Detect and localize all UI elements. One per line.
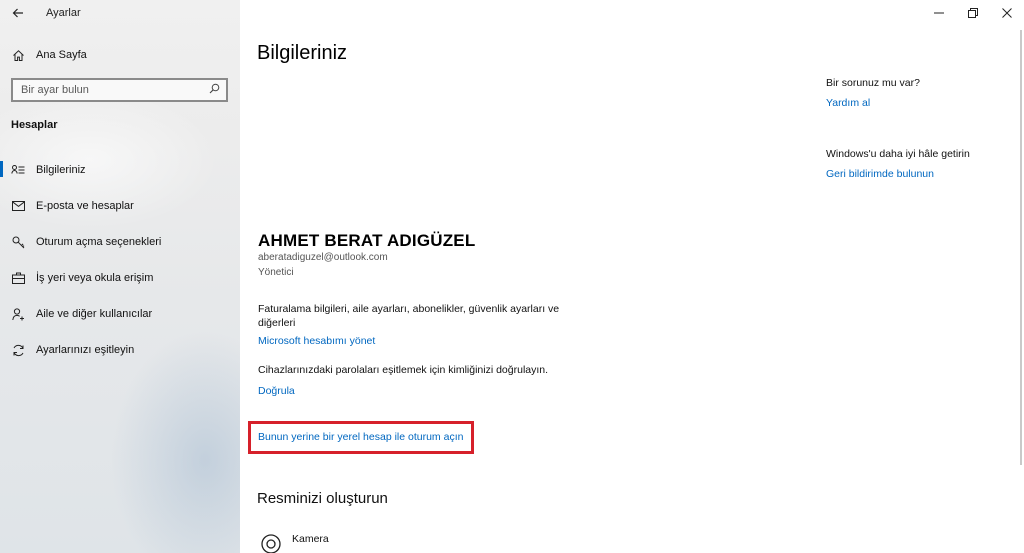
local-account-link[interactable]: Bunun yerine bir yerel hesap ile oturum … [258, 431, 463, 443]
sidebar-item-label: İş yeri veya okula erişim [36, 272, 154, 284]
person-add-icon [0, 307, 36, 321]
user-role: Yönetici [258, 267, 294, 278]
home-icon [0, 49, 36, 62]
restore-icon [968, 8, 978, 18]
camera-label[interactable]: Kamera [292, 533, 329, 545]
sidebar-item-bilgileriniz[interactable]: Bilgileriniz [0, 152, 240, 188]
sidebar-item-email[interactable]: E-posta ve hesaplar [0, 188, 240, 224]
window-controls [922, 0, 1024, 26]
home-label: Ana Sayfa [36, 49, 87, 61]
restore-button[interactable] [956, 0, 990, 26]
search-input[interactable] [21, 84, 191, 96]
key-icon [0, 236, 36, 249]
page-title: Bilgileriniz [257, 42, 348, 64]
scrollbar[interactable] [1020, 30, 1022, 465]
briefcase-icon [0, 272, 36, 284]
user-email: aberatadiguzel@outlook.com [258, 252, 388, 263]
improve-windows-text: Windows'u daha iyi hâle getirin [826, 148, 970, 160]
sync-icon [0, 344, 36, 357]
close-icon [1002, 8, 1012, 18]
sidebar-nav: Bilgileriniz E-posta ve hesaplar Oturum … [0, 152, 240, 368]
minimize-icon [934, 12, 944, 14]
sidebar-item-work-access[interactable]: İş yeri veya okula erişim [0, 260, 240, 296]
verify-description: Cihazlarınızdaki parolaları eşitlemek iç… [258, 364, 549, 376]
sidebar-item-label: Ayarlarınızı eşitleyin [36, 344, 135, 356]
sidebar-item-family[interactable]: Aile ve diğer kullanıcılar [0, 296, 240, 332]
main-content: Bilgileriniz AHMET BERAT ADIGÜZEL aberat… [240, 0, 1024, 553]
camera-icon[interactable] [260, 533, 282, 553]
picture-section-title: Resminizi oluşturun [257, 490, 388, 507]
sidebar-item-sync[interactable]: Ayarlarınızı eşitleyin [0, 332, 240, 368]
search-icon[interactable] [209, 81, 220, 99]
manage-account-link[interactable]: Microsoft hesabımı yönet [258, 335, 375, 347]
back-arrow-icon [12, 8, 23, 18]
billing-description: Faturalama bilgileri, aile ayarları, abo… [258, 303, 560, 329]
feedback-link[interactable]: Geri bildirimde bulunun [826, 168, 934, 180]
user-info-icon [0, 164, 36, 176]
sidebar-item-signin-options[interactable]: Oturum açma seçenekleri [0, 224, 240, 260]
mail-icon [0, 201, 36, 211]
app-title: Ayarlar [46, 7, 81, 19]
help-question: Bir sorunuz mu var? [826, 77, 920, 89]
search-box[interactable] [11, 78, 228, 102]
sidebar: Ayarlar Ana Sayfa Hesaplar Bilgileriniz [0, 0, 240, 553]
minimize-button[interactable] [922, 0, 956, 26]
title-bar: Ayarlar [0, 0, 240, 26]
back-button[interactable] [0, 0, 36, 26]
sidebar-item-label: Oturum açma seçenekleri [36, 236, 162, 248]
close-button[interactable] [990, 0, 1024, 26]
get-help-link[interactable]: Yardım al [826, 97, 870, 109]
user-name: AHMET BERAT ADIGÜZEL [258, 231, 476, 250]
verify-link[interactable]: Doğrula [258, 385, 295, 397]
section-header: Hesaplar [11, 119, 58, 131]
sidebar-item-label: E-posta ve hesaplar [36, 200, 134, 212]
sidebar-item-home[interactable]: Ana Sayfa [0, 42, 240, 68]
sidebar-item-label: Aile ve diğer kullanıcılar [36, 308, 153, 320]
sidebar-item-label: Bilgileriniz [36, 164, 86, 176]
selection-indicator [0, 161, 3, 177]
